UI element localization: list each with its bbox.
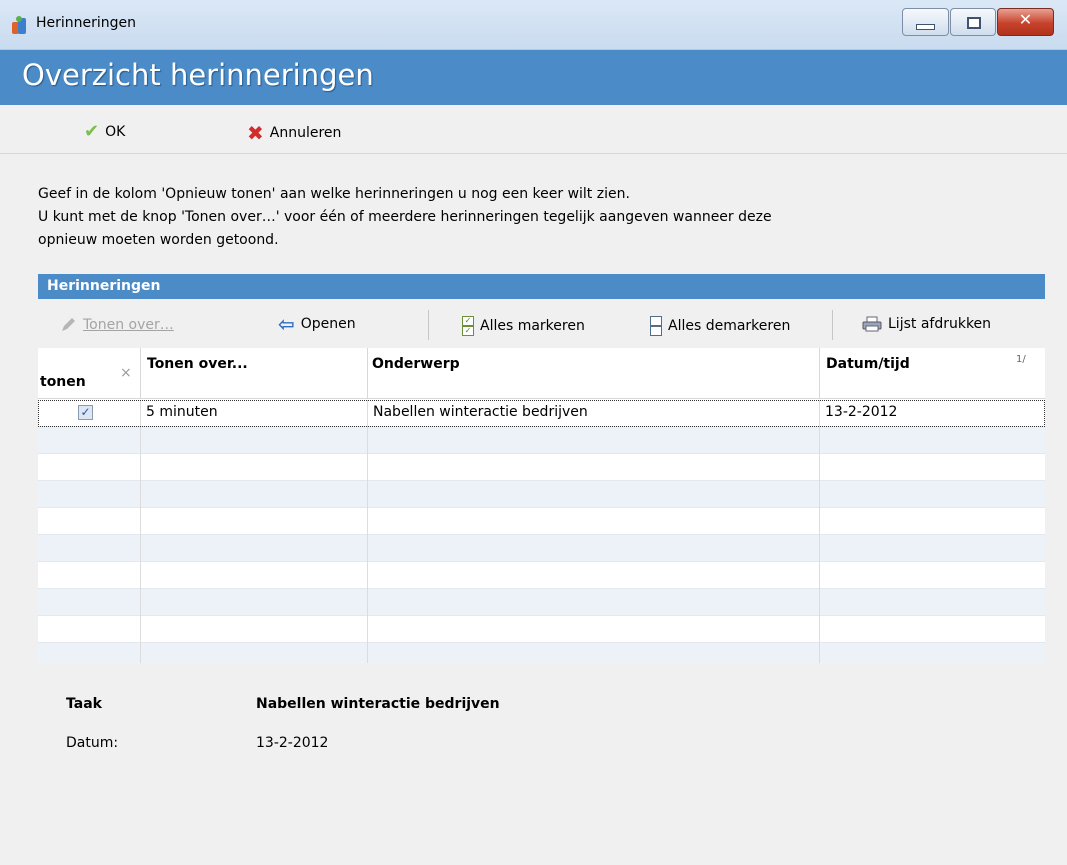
empty-row [38, 427, 1045, 454]
openen-button[interactable]: ⇦ Openen [278, 312, 356, 336]
check-icon: ✔ [84, 121, 100, 142]
tonen-over-button[interactable]: Tonen over… [60, 316, 174, 333]
empty-row [38, 643, 1045, 663]
page-title: Overzicht herinneringen [22, 58, 374, 92]
empty-row [38, 481, 1045, 508]
ok-label: OK [105, 123, 126, 140]
header-banner: Overzicht herinneringen [0, 50, 1067, 105]
intro-text: Geef in de kolom 'Opnieuw tonen' aan wel… [38, 183, 938, 252]
empty-row [38, 616, 1045, 643]
empty-row [38, 535, 1045, 562]
alles-markeren-button[interactable]: ✓ ✓ Alles markeren [462, 316, 585, 336]
tonen-over-label: Tonen over… [83, 316, 174, 333]
col-datum-label: Datum/tijd [826, 356, 910, 372]
openen-label: Openen [300, 316, 356, 332]
cross-icon: ✖ [247, 121, 264, 145]
intro-line: U kunt met de knop 'Tonen over…' voor éé… [38, 209, 772, 225]
maximize-button[interactable] [950, 8, 996, 36]
divider [832, 310, 833, 340]
lijst-afdrukken-button[interactable]: Lijst afdrukken [862, 316, 991, 332]
title-bar: Herinneringen ✕ [0, 0, 1067, 50]
window-title: Herinneringen [36, 15, 137, 31]
empty-row [38, 562, 1045, 589]
app-icon [12, 16, 28, 34]
datum-label: Datum: [66, 735, 119, 751]
col-header-tonen-over[interactable]: Tonen over... [141, 348, 368, 398]
grid-header: tonen × Tonen over... Onderwerp Datum/ti… [38, 348, 1045, 399]
row-focus-outline [38, 400, 1045, 427]
col-tonen-label: tonen [40, 374, 86, 390]
details-panel: Taak Nabellen winteractie bedrijven Datu… [0, 680, 1067, 865]
close-icon: ✕ [1018, 10, 1033, 29]
taak-label: Taak [66, 696, 102, 712]
sort-indicator-icon: 1/ [1016, 354, 1026, 365]
datum-value: 13-2-2012 [256, 735, 329, 751]
lijst-afdrukken-label: Lijst afdrukken [888, 316, 992, 332]
col-tonen-over-label: Tonen over... [147, 356, 248, 372]
reminders-grid: tonen × Tonen over... Onderwerp Datum/ti… [38, 348, 1045, 663]
col-header-datum[interactable]: Datum/tijd 1/ [820, 348, 1045, 398]
col-onderwerp-label: Onderwerp [372, 356, 460, 372]
intro-line: Geef in de kolom 'Opnieuw tonen' aan wel… [38, 186, 630, 202]
empty-row [38, 454, 1045, 481]
empty-row [38, 508, 1045, 535]
close-button[interactable]: ✕ [997, 8, 1054, 36]
pencil-icon [62, 318, 75, 331]
cancel-label: Annuleren [269, 125, 342, 141]
minimize-icon [916, 24, 935, 30]
taak-value: Nabellen winteractie bedrijven [256, 696, 500, 712]
cancel-button[interactable]: ✖ Annuleren [247, 121, 341, 145]
intro-line: opnieuw moeten worden getoond. [38, 232, 279, 248]
minimize-button[interactable] [902, 8, 949, 36]
alles-markeren-label: Alles markeren [480, 318, 585, 334]
arrow-left-icon: ⇦ [278, 312, 295, 336]
col-header-onderwerp[interactable]: Onderwerp [368, 348, 820, 398]
check-all-icon: ✓ ✓ [462, 316, 474, 336]
alles-demarkeren-button[interactable]: Alles demarkeren [650, 316, 790, 336]
empty-row [38, 589, 1045, 616]
toolbar: ✔ OK ✖ Annuleren [0, 105, 1067, 154]
section-header: Herinneringen [38, 274, 1045, 299]
grid-toolbar: Tonen over… ⇦ Openen ✓ ✓ Alles markeren A… [38, 300, 1045, 346]
remove-column-icon: × [120, 365, 132, 381]
ok-button[interactable]: ✔ OK [84, 121, 125, 142]
maximize-icon [967, 17, 981, 29]
uncheck-all-icon [650, 316, 662, 336]
col-header-tonen[interactable]: tonen × [38, 348, 141, 398]
alles-demarkeren-label: Alles demarkeren [668, 318, 791, 334]
divider [428, 310, 429, 340]
printer-icon [862, 316, 882, 332]
